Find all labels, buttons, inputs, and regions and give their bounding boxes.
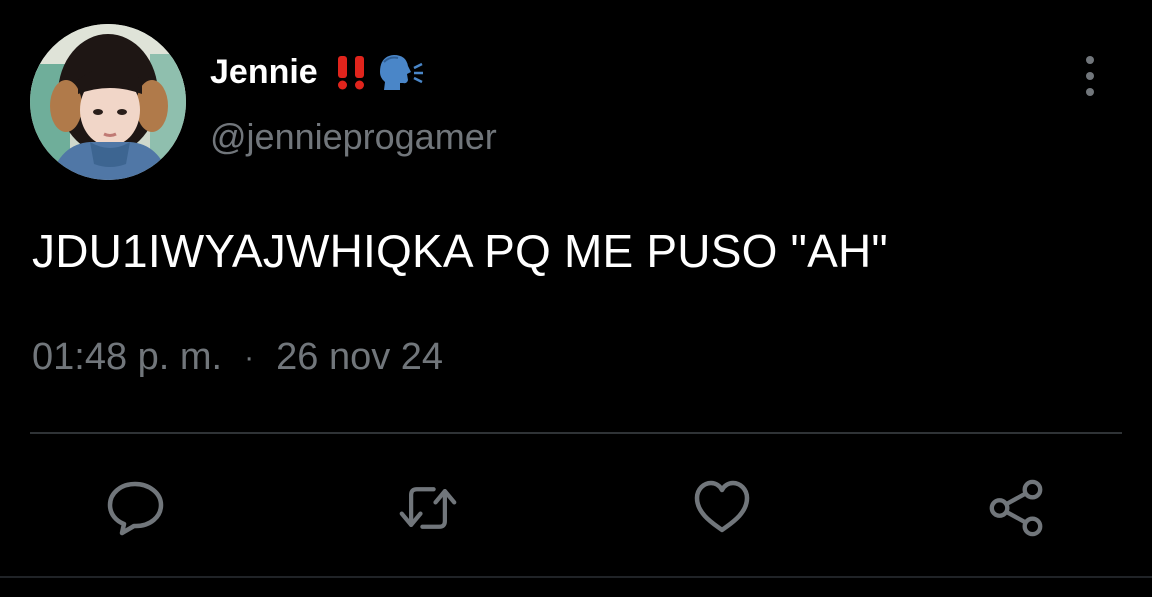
- share-button[interactable]: [986, 478, 1046, 538]
- share-icon: [989, 479, 1043, 537]
- retweet-icon: [399, 487, 457, 529]
- author-name-row[interactable]: Jennie: [210, 50, 424, 94]
- tweet-time: 01:48 p. m.: [32, 336, 223, 378]
- divider: [30, 432, 1122, 434]
- avatar-image: [30, 24, 186, 180]
- avatar[interactable]: [30, 24, 186, 180]
- tweet-timestamp[interactable]: 01:48 p. m. · 26 nov 24: [32, 336, 443, 379]
- reply-button[interactable]: [105, 478, 165, 538]
- bottom-divider: [0, 576, 1152, 578]
- like-button[interactable]: [692, 478, 752, 538]
- tweet-text: JDU1IWYAJWHIQKA PQ ME PUSO "AH": [32, 225, 888, 277]
- more-dot-icon: [1086, 72, 1094, 80]
- meta-separator: ·: [244, 340, 255, 374]
- author-handle[interactable]: @jennieprogamer: [210, 116, 497, 158]
- more-dot-icon: [1086, 88, 1094, 96]
- reply-icon: [107, 481, 164, 536]
- author-display-name[interactable]: Jennie: [210, 53, 318, 92]
- more-dot-icon: [1086, 56, 1094, 64]
- speaking-head-icon: [376, 50, 424, 94]
- like-icon: [694, 480, 750, 533]
- more-options-button[interactable]: [1074, 54, 1106, 98]
- double-exclamation-icon: [332, 52, 372, 92]
- retweet-button[interactable]: [398, 478, 458, 538]
- tweet-detail: Jennie @jennieprogamer JDU1IWYAJWHIQKA P: [0, 0, 1152, 597]
- tweet-date: 26 nov 24: [276, 336, 444, 378]
